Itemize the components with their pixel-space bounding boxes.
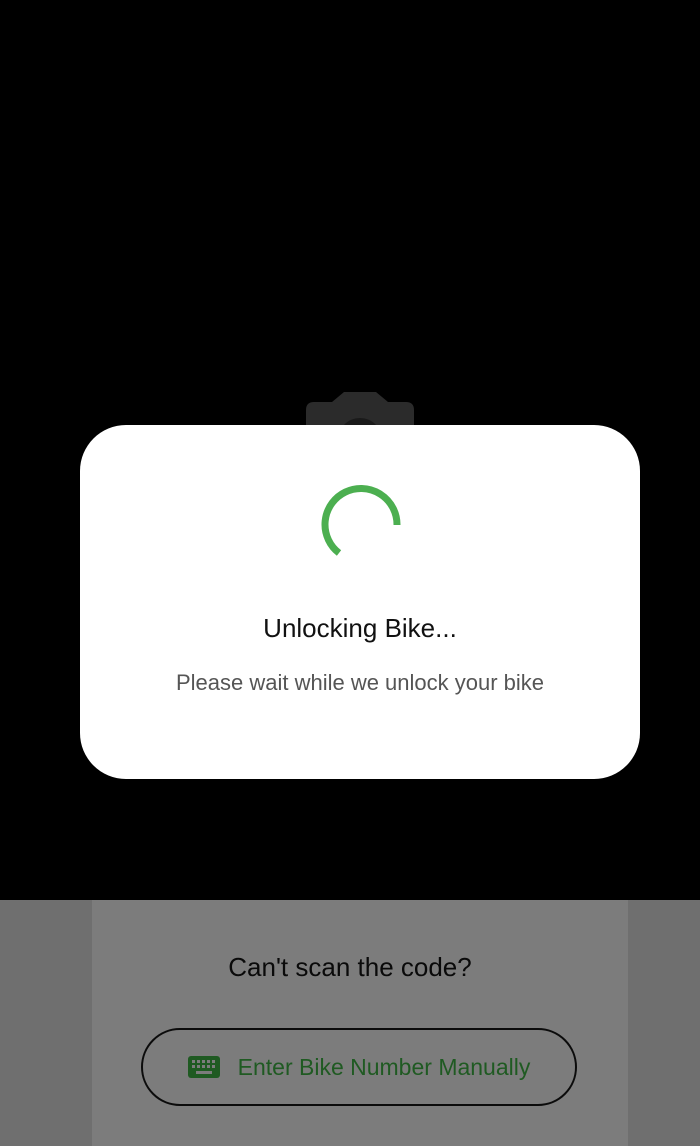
manual-button-label: Enter Bike Number Manually	[237, 1053, 531, 1080]
manual-entry-panel: Can't scan the code?	[0, 900, 700, 1146]
unlocking-dialog: Unlocking Bike... Please wait while we u…	[80, 425, 640, 779]
cant-scan-prompt: Can't scan the code?	[228, 952, 472, 982]
dialog-message: Please wait while we unlock your bike	[175, 670, 545, 695]
enter-bike-number-manually-button[interactable]: Enter Bike Number Manually	[141, 1028, 577, 1106]
manual-entry-panel-inner	[92, 900, 628, 1146]
keyboard-icon	[187, 1056, 220, 1078]
qr-scanner-screen: Can't scan the code? Enter Bike Number M…	[0, 0, 700, 1146]
dialog-title: Unlocking Bike...	[263, 613, 457, 643]
loading-spinner-icon	[321, 485, 401, 556]
